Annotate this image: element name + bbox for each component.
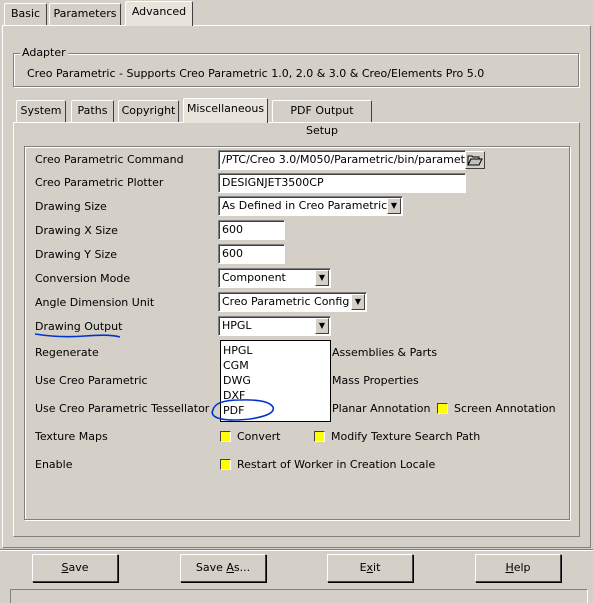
dropdown-option-cgm[interactable]: CGM xyxy=(223,358,249,373)
use-creo-label: Use Creo Parametric xyxy=(35,374,148,387)
modify-texture-path-checkbox[interactable] xyxy=(314,431,325,442)
folder-open-icon xyxy=(467,155,483,166)
use-creo-option-label: Mass Properties xyxy=(332,374,419,387)
tessellator-label: Use Creo Parametric Tessellator xyxy=(35,402,210,415)
restart-worker-checkbox[interactable] xyxy=(220,459,231,470)
drawing-output-label: Drawing Output xyxy=(35,320,123,333)
tab-copyright[interactable]: Copyright xyxy=(118,100,179,122)
conversion-mode-select[interactable]: Component ▼ xyxy=(218,268,331,288)
chevron-down-icon[interactable]: ▼ xyxy=(351,294,365,310)
drawing-y-input[interactable]: 600 xyxy=(218,244,285,264)
adapter-description: Creo Parametric - Supports Creo Parametr… xyxy=(27,67,485,80)
tab-miscellaneous[interactable]: Miscellaneous xyxy=(183,98,268,123)
drawing-output-value: HPGL xyxy=(222,319,252,332)
drawing-output-dropdown: HPGL CGM DWG DXF PDF xyxy=(220,340,331,422)
modify-texture-path-label: Modify Texture Search Path xyxy=(331,430,481,443)
conversion-mode-label: Conversion Mode xyxy=(35,272,131,285)
chevron-down-icon[interactable]: ▼ xyxy=(315,270,329,286)
convert-checkbox[interactable] xyxy=(220,431,231,442)
status-bar xyxy=(10,589,588,603)
angle-unit-label: Angle Dimension Unit xyxy=(35,296,155,309)
angle-unit-value: Creo Parametric Config xyxy=(222,295,350,308)
tab-advanced[interactable]: Advanced xyxy=(125,1,193,26)
tab-system[interactable]: System xyxy=(16,100,66,122)
plotter-label: Creo Parametric Plotter xyxy=(35,176,164,189)
help-button[interactable]: Help xyxy=(475,554,561,582)
dropdown-option-hpgl[interactable]: HPGL xyxy=(223,343,253,358)
regenerate-option-label: Assemblies & Parts xyxy=(332,346,438,359)
tab-pdf-output-setup[interactable]: PDF Output Setup xyxy=(272,100,372,137)
angle-unit-select[interactable]: Creo Parametric Config ▼ xyxy=(218,292,367,312)
tab-basic[interactable]: Basic xyxy=(4,3,47,25)
drawing-size-value: As Defined in Creo Parametric xyxy=(222,199,388,212)
drawing-y-label: Drawing Y Size xyxy=(35,248,118,261)
chevron-down-icon[interactable]: ▼ xyxy=(315,318,329,334)
drawing-x-input[interactable]: 600 xyxy=(218,220,285,240)
texture-maps-label: Texture Maps xyxy=(35,430,108,443)
drawing-size-select[interactable]: As Defined in Creo Parametric ▼ xyxy=(218,196,403,216)
command-input[interactable]: /PTC/Creo 3.0/M050/Parametric/bin/parame… xyxy=(218,150,466,170)
planar-annotation-label: Planar Annotation xyxy=(332,402,431,415)
bottom-separator xyxy=(0,549,593,551)
adapter-legend: Adapter xyxy=(20,46,68,59)
command-label: Creo Parametric Command xyxy=(35,153,184,166)
tab-parameters[interactable]: Parameters xyxy=(49,3,121,25)
screen-annotation-checkbox[interactable] xyxy=(437,403,448,414)
save-as-button[interactable]: Save As... xyxy=(180,554,266,582)
screen-annotation-label: Screen Annotation xyxy=(454,402,556,415)
dropdown-option-pdf[interactable]: PDF xyxy=(223,403,244,418)
exit-button[interactable]: Exit xyxy=(327,554,413,582)
regenerate-label: Regenerate xyxy=(35,346,99,359)
chevron-down-icon[interactable]: ▼ xyxy=(387,198,401,214)
drawing-x-label: Drawing X Size xyxy=(35,224,118,237)
browse-button[interactable] xyxy=(465,151,485,169)
plotter-input[interactable]: DESIGNJET3500CP xyxy=(218,173,466,193)
enable-label: Enable xyxy=(35,458,73,471)
save-button[interactable]: Save xyxy=(32,554,118,582)
conversion-mode-value: Component xyxy=(222,271,286,284)
drawing-output-select[interactable]: HPGL ▼ xyxy=(218,316,331,336)
dropdown-option-dxf[interactable]: DXF xyxy=(223,388,245,403)
tab-paths[interactable]: Paths xyxy=(71,100,114,122)
restart-worker-label: Restart of Worker in Creation Locale xyxy=(237,458,436,471)
dropdown-option-dwg[interactable]: DWG xyxy=(223,373,251,388)
convert-label: Convert xyxy=(237,430,281,443)
drawing-size-label: Drawing Size xyxy=(35,200,107,213)
